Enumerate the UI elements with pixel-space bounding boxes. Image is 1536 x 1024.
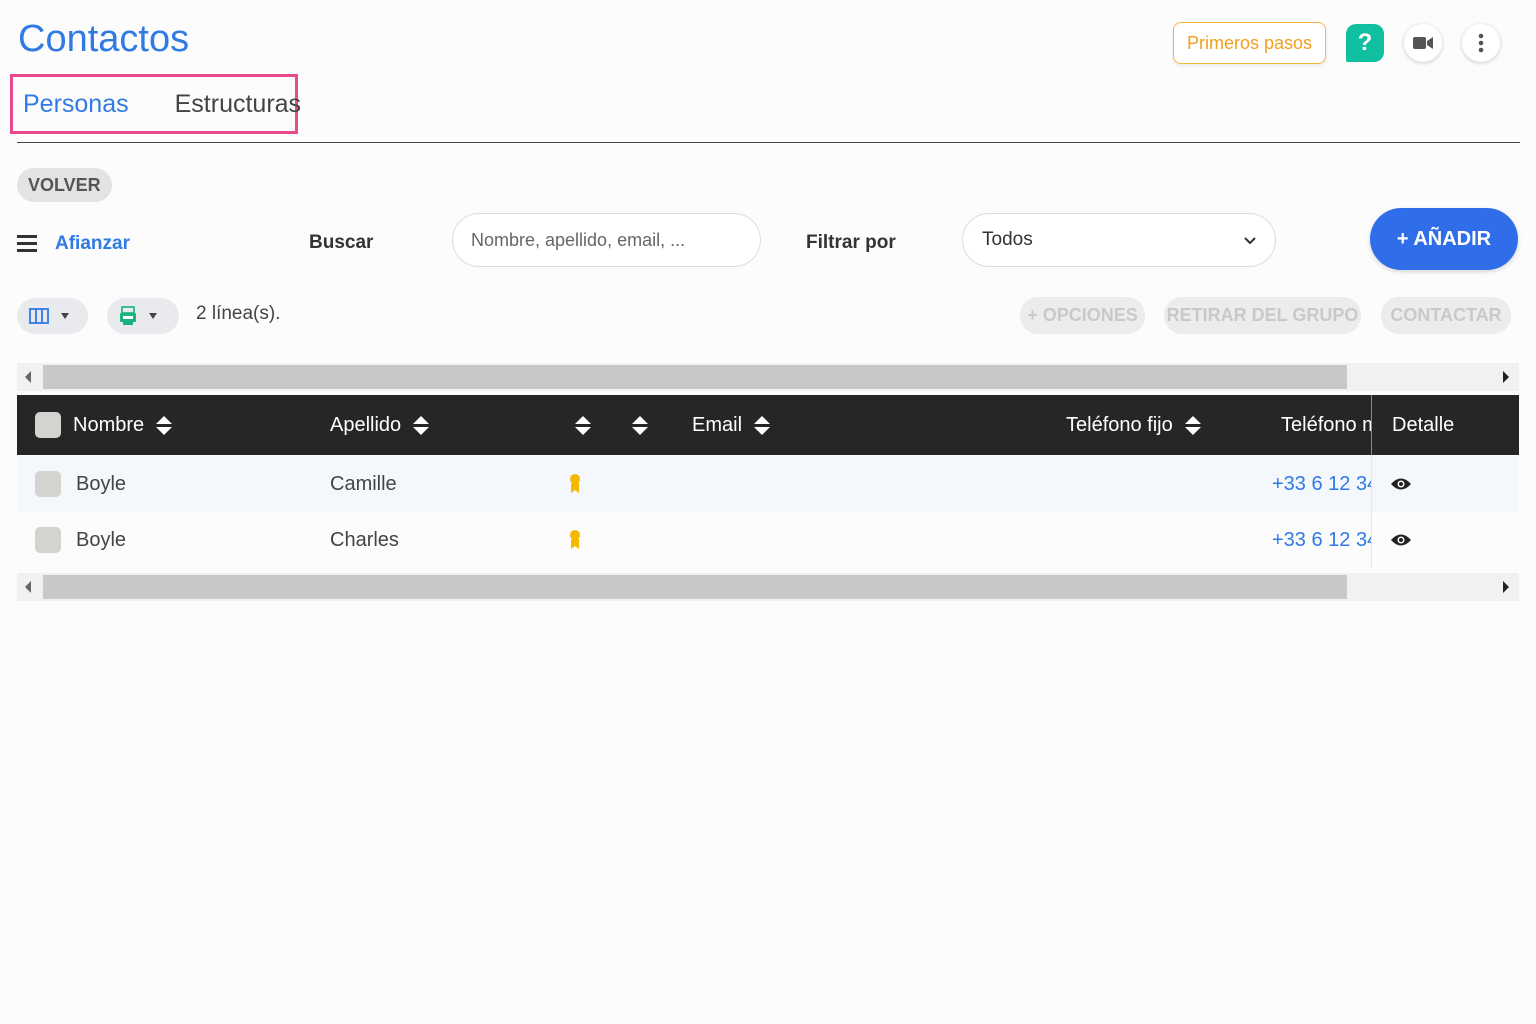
- search-label: Buscar: [309, 232, 374, 253]
- table-scrollbar-bottom[interactable]: [17, 573, 1519, 601]
- eye-icon[interactable]: [1390, 512, 1412, 568]
- lines-count: 2 línea(s).: [196, 303, 281, 324]
- filter-select[interactable]: Todos: [962, 213, 1276, 267]
- column-apellido[interactable]: Apellido: [330, 395, 430, 455]
- table-header: Nombre Apellido Email Teléfono fijo Telé…: [17, 395, 1519, 455]
- cell-nombre: Boyle: [76, 472, 127, 495]
- search-input[interactable]: [452, 213, 761, 267]
- column-label: Email: [692, 413, 743, 436]
- more-vertical-icon: [1478, 33, 1484, 53]
- table-scrollbar-top[interactable]: [17, 363, 1519, 391]
- column-label: Teléfono fijo: [1066, 413, 1173, 436]
- help-button[interactable]: ?: [1346, 24, 1384, 62]
- page-title: Contactos: [18, 18, 190, 60]
- sort-icon[interactable]: [575, 415, 591, 435]
- help-icon: ?: [1357, 29, 1373, 56]
- first-steps-button[interactable]: Primeros pasos: [1172, 22, 1326, 64]
- filter-label: Filtrar por: [806, 232, 896, 253]
- cell-apellido: Charles: [330, 528, 399, 551]
- cell-nombre: Boyle: [76, 528, 127, 551]
- award-ribbon-icon: [568, 512, 582, 568]
- contact-button[interactable]: CONTACTAR: [1381, 297, 1511, 334]
- columns-menu-button[interactable]: [17, 298, 88, 334]
- chevron-down-icon: [1244, 236, 1256, 244]
- tab-estructuras[interactable]: Estructuras: [175, 90, 301, 119]
- column-label: Nombre: [73, 413, 145, 436]
- column-telefono-fijo[interactable]: Teléfono fijo: [1066, 395, 1201, 455]
- tabs-divider: [17, 142, 1520, 143]
- scroll-left-icon[interactable]: [25, 371, 31, 383]
- hamburger-menu-icon[interactable]: [17, 235, 37, 252]
- cell-apellido: Camille: [330, 472, 397, 495]
- caret-down-icon: [61, 313, 69, 319]
- column-divider: [1371, 395, 1372, 455]
- tab-personas[interactable]: Personas: [23, 90, 129, 119]
- column-label: Teléfono mó: [1281, 413, 1371, 436]
- scrollbar-thumb[interactable]: [43, 365, 1347, 389]
- cell-telefono-movil[interactable]: +33 6 12 34 5: [1272, 512, 1372, 568]
- more-options-button[interactable]: [1462, 24, 1500, 62]
- row-checkbox[interactable]: [35, 471, 61, 497]
- options-button[interactable]: + OPCIONES: [1020, 297, 1145, 334]
- sort-icon[interactable]: [754, 415, 771, 435]
- header-actions: Primeros pasos ?: [1172, 22, 1500, 64]
- afianzar-link[interactable]: Afianzar: [55, 233, 130, 255]
- add-button[interactable]: + AÑADIR: [1370, 208, 1518, 270]
- caret-down-icon: [149, 313, 157, 319]
- column-detalle: Detalle: [1392, 395, 1454, 455]
- scroll-right-icon[interactable]: [1503, 371, 1509, 383]
- filter-select-value: Todos: [982, 229, 1033, 250]
- columns-icon: [29, 308, 49, 324]
- remove-from-group-button[interactable]: RETIRAR DEL GRUPO: [1164, 297, 1361, 334]
- column-label: Detalle: [1392, 413, 1455, 436]
- tabs: Personas Estructuras: [10, 74, 301, 134]
- cell-telefono-movil[interactable]: +33 6 12 34 5: [1272, 456, 1372, 512]
- scrollbar-thumb[interactable]: [43, 575, 1347, 599]
- award-ribbon-icon: [568, 456, 582, 512]
- scroll-right-icon[interactable]: [1503, 581, 1509, 593]
- column-label: Apellido: [330, 413, 402, 436]
- export-menu-button[interactable]: [107, 298, 179, 334]
- eye-icon[interactable]: [1390, 456, 1412, 512]
- video-button[interactable]: [1404, 24, 1442, 62]
- table-row[interactable]: Boyle Camille +33 6 12 34 5: [17, 456, 1519, 512]
- scroll-left-icon[interactable]: [25, 581, 31, 593]
- column-unnamed[interactable]: [632, 395, 648, 455]
- sort-icon[interactable]: [156, 415, 173, 435]
- back-button[interactable]: VOLVER: [17, 168, 112, 202]
- sort-icon[interactable]: [413, 415, 430, 435]
- column-email[interactable]: Email: [692, 395, 771, 455]
- video-camera-icon: [1413, 37, 1433, 49]
- select-all-checkbox[interactable]: [35, 412, 61, 438]
- column-nombre[interactable]: Nombre: [35, 395, 173, 455]
- column-badge[interactable]: [575, 395, 591, 455]
- spreadsheet-export-icon: [120, 306, 136, 325]
- table-row[interactable]: Boyle Charles +33 6 12 34 5: [17, 512, 1519, 568]
- sort-icon[interactable]: [1184, 415, 1201, 435]
- sort-icon[interactable]: [632, 415, 648, 435]
- row-checkbox[interactable]: [35, 527, 61, 553]
- column-telefono-movil[interactable]: Teléfono mó: [1281, 395, 1371, 455]
